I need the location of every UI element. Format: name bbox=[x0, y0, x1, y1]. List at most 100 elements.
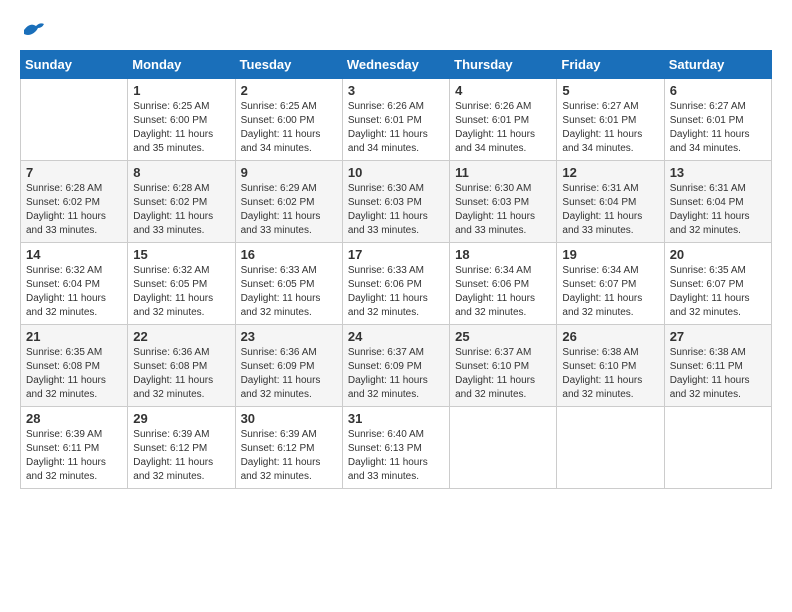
cell-info: Sunrise: 6:33 AM Sunset: 6:06 PM Dayligh… bbox=[348, 264, 444, 320]
calendar-cell: 30 Sunrise: 6:39 AM Sunset: 6:12 PM Dayli… bbox=[235, 407, 342, 489]
day-of-week-header: Tuesday bbox=[235, 51, 342, 79]
day-number: 19 bbox=[562, 247, 658, 262]
calendar-cell: 19 Sunrise: 6:34 AM Sunset: 6:07 PM Dayli… bbox=[557, 243, 664, 325]
cell-info: Sunrise: 6:26 AM Sunset: 6:01 PM Dayligh… bbox=[455, 100, 551, 156]
calendar-week-row: 28 Sunrise: 6:39 AM Sunset: 6:11 PM Dayli… bbox=[21, 407, 772, 489]
calendar-cell: 24 Sunrise: 6:37 AM Sunset: 6:09 PM Dayli… bbox=[342, 325, 449, 407]
cell-info: Sunrise: 6:40 AM Sunset: 6:13 PM Dayligh… bbox=[348, 428, 444, 484]
day-number: 29 bbox=[133, 411, 229, 426]
cell-info: Sunrise: 6:29 AM Sunset: 6:02 PM Dayligh… bbox=[241, 182, 337, 238]
cell-info: Sunrise: 6:39 AM Sunset: 6:11 PM Dayligh… bbox=[26, 428, 122, 484]
cell-info: Sunrise: 6:38 AM Sunset: 6:10 PM Dayligh… bbox=[562, 346, 658, 402]
day-number: 1 bbox=[133, 83, 229, 98]
calendar-cell bbox=[21, 79, 128, 161]
calendar-cell: 27 Sunrise: 6:38 AM Sunset: 6:11 PM Dayli… bbox=[664, 325, 771, 407]
day-number: 7 bbox=[26, 165, 122, 180]
day-of-week-header: Monday bbox=[128, 51, 235, 79]
cell-info: Sunrise: 6:28 AM Sunset: 6:02 PM Dayligh… bbox=[133, 182, 229, 238]
calendar-cell: 28 Sunrise: 6:39 AM Sunset: 6:11 PM Dayli… bbox=[21, 407, 128, 489]
calendar-cell: 21Sunrise: 6:35 AM Sunset: 6:08 PM Dayli… bbox=[21, 325, 128, 407]
cell-info: Sunrise: 6:33 AM Sunset: 6:05 PM Dayligh… bbox=[241, 264, 337, 320]
calendar-cell: 17Sunrise: 6:33 AM Sunset: 6:06 PM Dayli… bbox=[342, 243, 449, 325]
calendar-table: SundayMondayTuesdayWednesdayThursdayFrid… bbox=[20, 50, 772, 489]
cell-info: Sunrise: 6:31 AM Sunset: 6:04 PM Dayligh… bbox=[562, 182, 658, 238]
cell-info: Sunrise: 6:34 AM Sunset: 6:06 PM Dayligh… bbox=[455, 264, 551, 320]
cell-info: Sunrise: 6:38 AM Sunset: 6:11 PM Dayligh… bbox=[670, 346, 766, 402]
calendar-cell: 6 Sunrise: 6:27 AM Sunset: 6:01 PM Daylig… bbox=[664, 79, 771, 161]
cell-info: Sunrise: 6:27 AM Sunset: 6:01 PM Dayligh… bbox=[670, 100, 766, 156]
day-number: 15 bbox=[133, 247, 229, 262]
calendar-cell: 20 Sunrise: 6:35 AM Sunset: 6:07 PM Dayli… bbox=[664, 243, 771, 325]
cell-info: Sunrise: 6:37 AM Sunset: 6:09 PM Dayligh… bbox=[348, 346, 444, 402]
cell-info: Sunrise: 6:39 AM Sunset: 6:12 PM Dayligh… bbox=[133, 428, 229, 484]
calendar-cell: 14Sunrise: 6:32 AM Sunset: 6:04 PM Dayli… bbox=[21, 243, 128, 325]
day-number: 31 bbox=[348, 411, 444, 426]
day-of-week-header: Wednesday bbox=[342, 51, 449, 79]
day-number: 28 bbox=[26, 411, 122, 426]
day-number: 2 bbox=[241, 83, 337, 98]
day-number: 10 bbox=[348, 165, 444, 180]
day-of-week-header: Friday bbox=[557, 51, 664, 79]
calendar-week-row: 7 Sunrise: 6:28 AM Sunset: 6:02 PM Daylig… bbox=[21, 161, 772, 243]
day-of-week-header: Saturday bbox=[664, 51, 771, 79]
calendar-cell: 11Sunrise: 6:30 AM Sunset: 6:03 PM Dayli… bbox=[450, 161, 557, 243]
day-number: 13 bbox=[670, 165, 766, 180]
cell-info: Sunrise: 6:32 AM Sunset: 6:05 PM Dayligh… bbox=[133, 264, 229, 320]
day-number: 20 bbox=[670, 247, 766, 262]
cell-info: Sunrise: 6:32 AM Sunset: 6:04 PM Dayligh… bbox=[26, 264, 122, 320]
calendar-cell: 13 Sunrise: 6:31 AM Sunset: 6:04 PM Dayli… bbox=[664, 161, 771, 243]
day-number: 24 bbox=[348, 329, 444, 344]
calendar-cell: 5 Sunrise: 6:27 AM Sunset: 6:01 PM Daylig… bbox=[557, 79, 664, 161]
cell-info: Sunrise: 6:25 AM Sunset: 6:00 PM Dayligh… bbox=[241, 100, 337, 156]
cell-info: Sunrise: 6:36 AM Sunset: 6:08 PM Dayligh… bbox=[133, 346, 229, 402]
calendar-week-row: 1 Sunrise: 6:25 AM Sunset: 6:00 PM Daylig… bbox=[21, 79, 772, 161]
cell-info: Sunrise: 6:30 AM Sunset: 6:03 PM Dayligh… bbox=[348, 182, 444, 238]
calendar-cell: 22 Sunrise: 6:36 AM Sunset: 6:08 PM Dayli… bbox=[128, 325, 235, 407]
calendar-cell bbox=[664, 407, 771, 489]
day-number: 22 bbox=[133, 329, 229, 344]
day-of-week-header: Thursday bbox=[450, 51, 557, 79]
calendar-cell: 3 Sunrise: 6:26 AM Sunset: 6:01 PM Daylig… bbox=[342, 79, 449, 161]
logo bbox=[20, 20, 46, 40]
page-header bbox=[20, 20, 772, 40]
calendar-cell: 2 Sunrise: 6:25 AM Sunset: 6:00 PM Daylig… bbox=[235, 79, 342, 161]
cell-info: Sunrise: 6:31 AM Sunset: 6:04 PM Dayligh… bbox=[670, 182, 766, 238]
calendar-cell: 26 Sunrise: 6:38 AM Sunset: 6:10 PM Dayli… bbox=[557, 325, 664, 407]
day-number: 4 bbox=[455, 83, 551, 98]
calendar-cell: 7 Sunrise: 6:28 AM Sunset: 6:02 PM Daylig… bbox=[21, 161, 128, 243]
calendar-cell: 25Sunrise: 6:37 AM Sunset: 6:10 PM Dayli… bbox=[450, 325, 557, 407]
day-number: 18 bbox=[455, 247, 551, 262]
cell-info: Sunrise: 6:35 AM Sunset: 6:07 PM Dayligh… bbox=[670, 264, 766, 320]
calendar-cell bbox=[557, 407, 664, 489]
day-number: 21 bbox=[26, 329, 122, 344]
day-number: 8 bbox=[133, 165, 229, 180]
cell-info: Sunrise: 6:34 AM Sunset: 6:07 PM Dayligh… bbox=[562, 264, 658, 320]
cell-info: Sunrise: 6:25 AM Sunset: 6:00 PM Dayligh… bbox=[133, 100, 229, 156]
calendar-cell bbox=[450, 407, 557, 489]
cell-info: Sunrise: 6:30 AM Sunset: 6:03 PM Dayligh… bbox=[455, 182, 551, 238]
cell-info: Sunrise: 6:37 AM Sunset: 6:10 PM Dayligh… bbox=[455, 346, 551, 402]
calendar-cell: 23Sunrise: 6:36 AM Sunset: 6:09 PM Dayli… bbox=[235, 325, 342, 407]
cell-info: Sunrise: 6:39 AM Sunset: 6:12 PM Dayligh… bbox=[241, 428, 337, 484]
day-number: 30 bbox=[241, 411, 337, 426]
day-number: 3 bbox=[348, 83, 444, 98]
calendar-cell: 15 Sunrise: 6:32 AM Sunset: 6:05 PM Dayli… bbox=[128, 243, 235, 325]
day-number: 9 bbox=[241, 165, 337, 180]
cell-info: Sunrise: 6:26 AM Sunset: 6:01 PM Dayligh… bbox=[348, 100, 444, 156]
day-number: 5 bbox=[562, 83, 658, 98]
calendar-cell: 29 Sunrise: 6:39 AM Sunset: 6:12 PM Dayli… bbox=[128, 407, 235, 489]
calendar-week-row: 21Sunrise: 6:35 AM Sunset: 6:08 PM Dayli… bbox=[21, 325, 772, 407]
cell-info: Sunrise: 6:36 AM Sunset: 6:09 PM Dayligh… bbox=[241, 346, 337, 402]
day-number: 6 bbox=[670, 83, 766, 98]
calendar-cell: 10 Sunrise: 6:30 AM Sunset: 6:03 PM Dayli… bbox=[342, 161, 449, 243]
calendar-cell: 8 Sunrise: 6:28 AM Sunset: 6:02 PM Daylig… bbox=[128, 161, 235, 243]
day-number: 27 bbox=[670, 329, 766, 344]
cell-info: Sunrise: 6:27 AM Sunset: 6:01 PM Dayligh… bbox=[562, 100, 658, 156]
logo-bird-icon bbox=[22, 20, 46, 40]
cell-info: Sunrise: 6:28 AM Sunset: 6:02 PM Dayligh… bbox=[26, 182, 122, 238]
day-number: 16 bbox=[241, 247, 337, 262]
calendar-cell: 1 Sunrise: 6:25 AM Sunset: 6:00 PM Daylig… bbox=[128, 79, 235, 161]
day-number: 26 bbox=[562, 329, 658, 344]
calendar-cell: 9 Sunrise: 6:29 AM Sunset: 6:02 PM Daylig… bbox=[235, 161, 342, 243]
day-number: 12 bbox=[562, 165, 658, 180]
